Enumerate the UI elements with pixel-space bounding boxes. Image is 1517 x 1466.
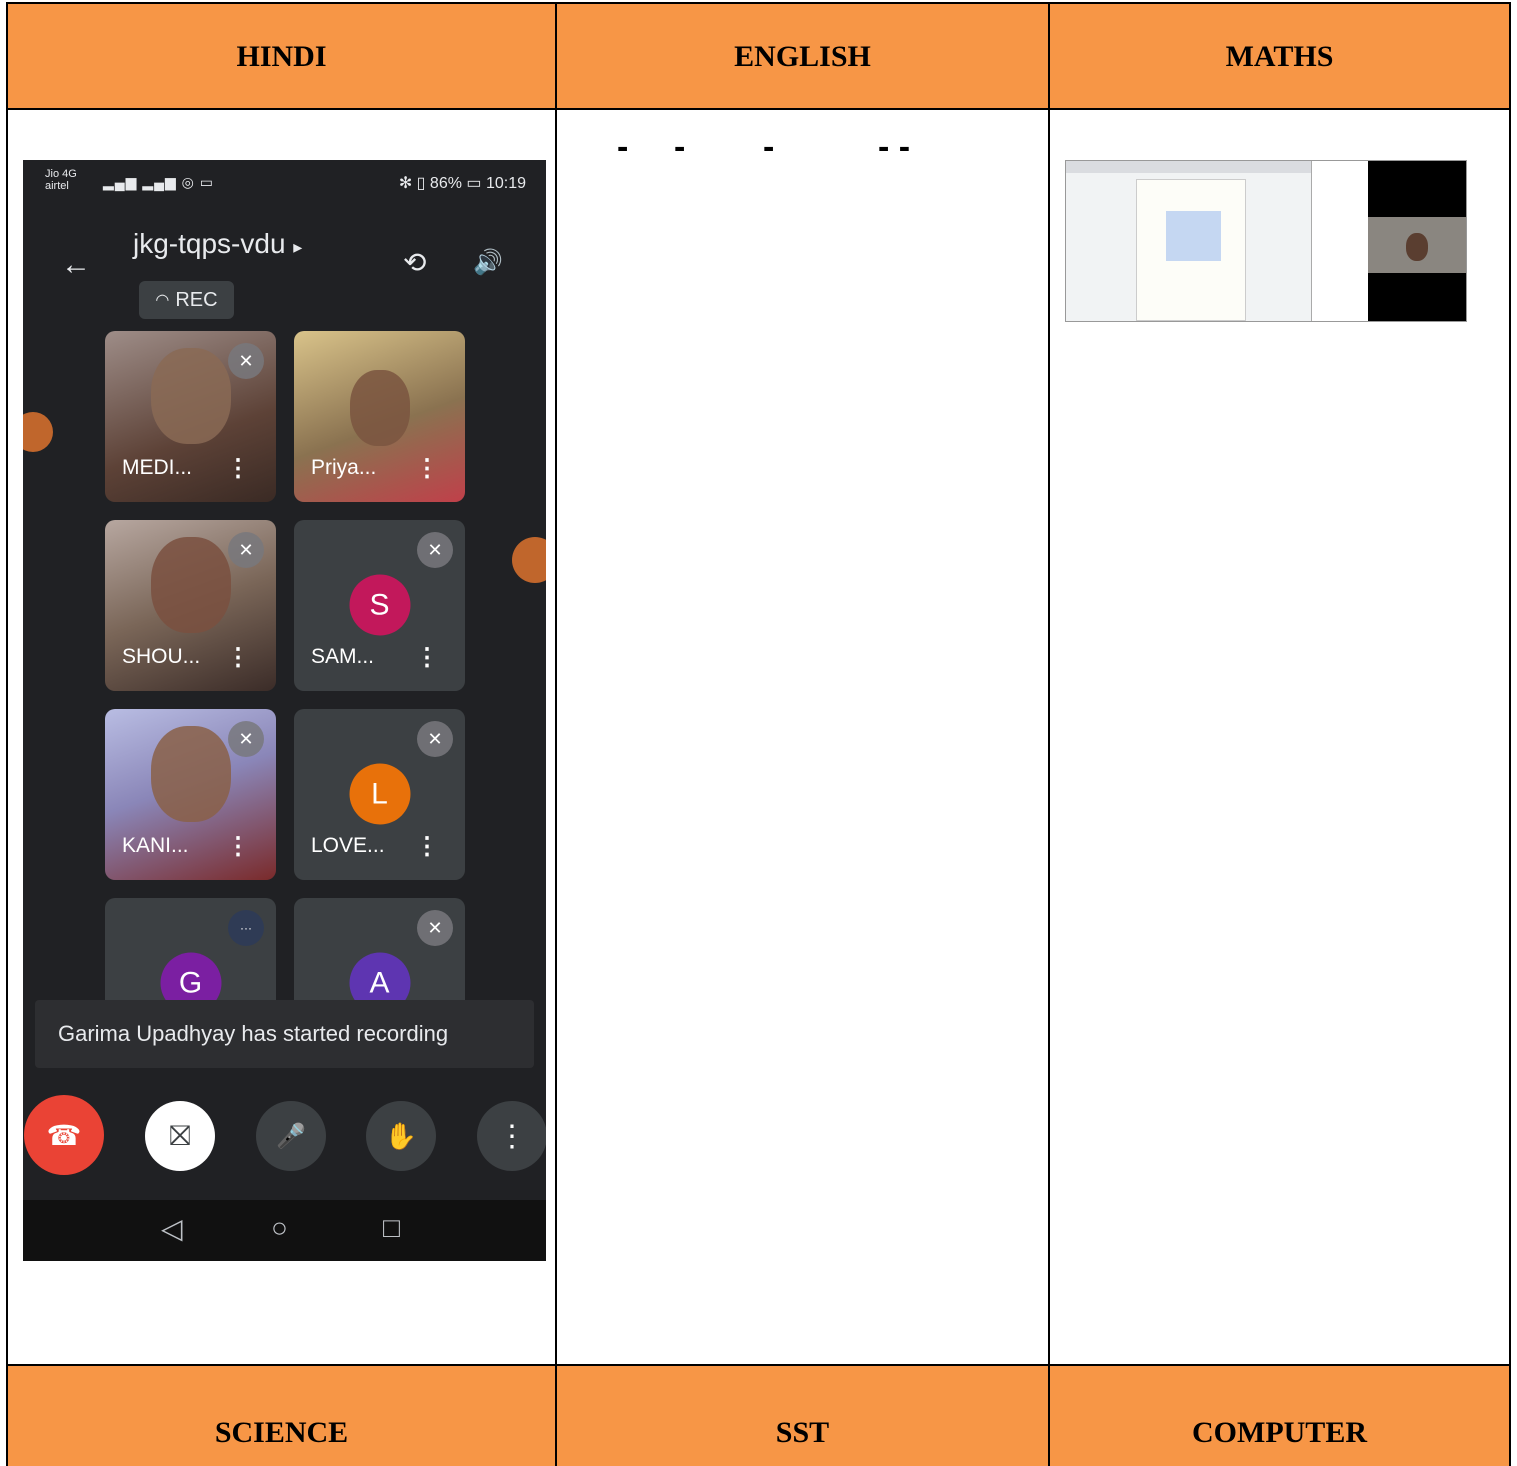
participant-name: KANI...	[122, 834, 189, 857]
back-arrow-icon[interactable]: ←	[61, 248, 91, 282]
speaking-indicator-icon: ···	[228, 910, 264, 946]
dash-mark: -	[763, 128, 775, 166]
paint-brush-icon[interactable]	[23, 412, 53, 452]
participant-video	[150, 536, 231, 633]
header-computer: COMPUTER	[1050, 1366, 1509, 1466]
more-options-icon[interactable]: ⋮	[415, 457, 439, 481]
carrier-jio: Jio 4G	[45, 168, 77, 180]
participant-name: SHOU...	[122, 645, 201, 668]
header-english-label: ENGLISH	[734, 39, 871, 73]
mic-off-icon: ✕	[417, 910, 453, 946]
android-nav-bar: ◁ ○ □	[23, 1200, 546, 1261]
table-border	[6, 1364, 1511, 1366]
camera-off-button[interactable]: ⛝	[145, 1101, 215, 1171]
recording-label: REC	[175, 288, 218, 311]
header-maths-label: MATHS	[1225, 39, 1334, 73]
speaker-icon[interactable]: 🔊	[473, 248, 503, 277]
participant-tile[interactable]: ✕ MEDI... ⋮	[105, 331, 276, 502]
avatar: A	[349, 952, 410, 1000]
spreadsheet-panel	[1311, 161, 1368, 321]
avatar: G	[160, 952, 221, 1000]
avatar: S	[349, 574, 410, 636]
mic-button[interactable]: 🎤	[256, 1101, 326, 1171]
camera-flip-icon[interactable]: ⟲	[403, 246, 426, 279]
participant-tile[interactable]: ✕ A	[294, 898, 465, 1000]
header-science-label: SCIENCE	[214, 1416, 349, 1449]
teacher-face	[1406, 233, 1428, 261]
more-options-icon[interactable]: ⋮	[226, 835, 250, 859]
participant-tile[interactable]: Priya... ⋮	[294, 331, 465, 502]
nav-recent-icon[interactable]: □	[383, 1212, 400, 1244]
participant-tile[interactable]: ✕ SHOU... ⋮	[105, 520, 276, 691]
table-border	[1048, 2, 1050, 1466]
meet-screenshot: Jio 4G airtel ▂▄▆ ▂▄▆ ◎ ▭ ✻ ▯ 86% ▭ 10:1…	[23, 160, 546, 1261]
dash-mark: - -	[878, 128, 911, 166]
nav-home-icon[interactable]: ○	[271, 1212, 288, 1244]
avatar: L	[349, 763, 410, 825]
maths-class-screenshot	[1065, 160, 1467, 322]
mic-off-icon: ✕	[417, 532, 453, 568]
more-options-icon[interactable]: ⋮	[415, 835, 439, 859]
table-border	[1509, 2, 1511, 1466]
more-options-icon[interactable]: ⋮	[226, 457, 250, 481]
status-bar: Jio 4G airtel ▂▄▆ ▂▄▆ ◎ ▭ ✻ ▯ 86% ▭ 10:1…	[23, 160, 546, 210]
raise-hand-icon: ✋	[384, 1120, 418, 1151]
mic-off-icon: ✕	[228, 532, 264, 568]
participant-video	[150, 347, 231, 444]
header-sst: SST	[557, 1366, 1048, 1466]
more-options-icon[interactable]: ⋮	[226, 646, 250, 670]
participant-name: SAM...	[311, 645, 375, 668]
participant-name: MEDI...	[122, 456, 193, 479]
header-hindi: HINDI	[8, 4, 555, 109]
mic-off-icon: ✕	[228, 343, 264, 379]
carrier-airtel: airtel	[45, 180, 69, 192]
more-options-icon[interactable]: ⋮	[415, 646, 439, 670]
participant-name: LOVE...	[311, 834, 385, 857]
recording-spinner-icon: ◠	[155, 292, 170, 309]
status-right: ✻ ▯ 86% ▭ 10:19	[398, 175, 526, 192]
header-maths: MATHS	[1050, 4, 1509, 109]
more-vert-icon: ⋮	[497, 1119, 527, 1153]
end-call-button[interactable]: ☎	[24, 1095, 104, 1175]
raise-hand-button[interactable]: ✋	[366, 1101, 436, 1171]
browser-tab-bar	[1066, 161, 1311, 173]
participant-tile[interactable]: ✕ S SAM... ⋮	[294, 520, 465, 691]
chevron-right-icon: ▸	[293, 237, 303, 257]
header-english: ENGLISH	[557, 4, 1048, 109]
header-computer-label: COMPUTER	[1192, 1416, 1367, 1449]
meeting-code[interactable]: jkg-tqps-vdu ▸	[133, 228, 302, 260]
header-sst-label: SST	[775, 1416, 830, 1449]
participant-video	[349, 369, 410, 446]
mic-off-icon: ✕	[417, 721, 453, 757]
recording-badge: ◠ REC	[139, 281, 234, 319]
participant-video	[150, 725, 231, 822]
carrier-info: Jio 4G airtel	[45, 168, 77, 192]
table-border	[555, 2, 557, 1466]
table-border	[6, 2, 8, 1466]
header-hindi-label: HINDI	[236, 39, 327, 73]
more-options-button[interactable]: ⋮	[477, 1101, 546, 1171]
participant-tile[interactable]: ✕ L LOVE... ⋮	[294, 709, 465, 880]
participant-tile[interactable]: ··· G	[105, 898, 276, 1000]
meeting-code-text: jkg-tqps-vdu	[133, 228, 286, 259]
table-border	[6, 108, 1511, 110]
header-science: SCIENCE	[8, 1366, 555, 1466]
signal-icon: ▂▄▆ ▂▄▆ ◎ ▭	[103, 174, 215, 190]
dash-mark: -	[674, 128, 686, 166]
participant-name: Priya...	[311, 456, 377, 479]
table-border	[6, 2, 1511, 4]
dash-mark: -	[617, 128, 629, 166]
nav-back-icon[interactable]: ◁	[161, 1212, 183, 1245]
video-camera-icon[interactable]	[512, 537, 546, 583]
end-call-icon: ☎	[46, 1119, 82, 1151]
recording-toast: Garima Upadhyay has started recording	[35, 1000, 534, 1068]
camera-off-icon: ⛝	[169, 1119, 191, 1151]
mic-icon: 🎤	[276, 1122, 306, 1150]
textbook-table-image	[1166, 211, 1221, 261]
participant-tile[interactable]: ✕ KANI... ⋮	[105, 709, 276, 880]
mic-off-icon: ✕	[228, 721, 264, 757]
